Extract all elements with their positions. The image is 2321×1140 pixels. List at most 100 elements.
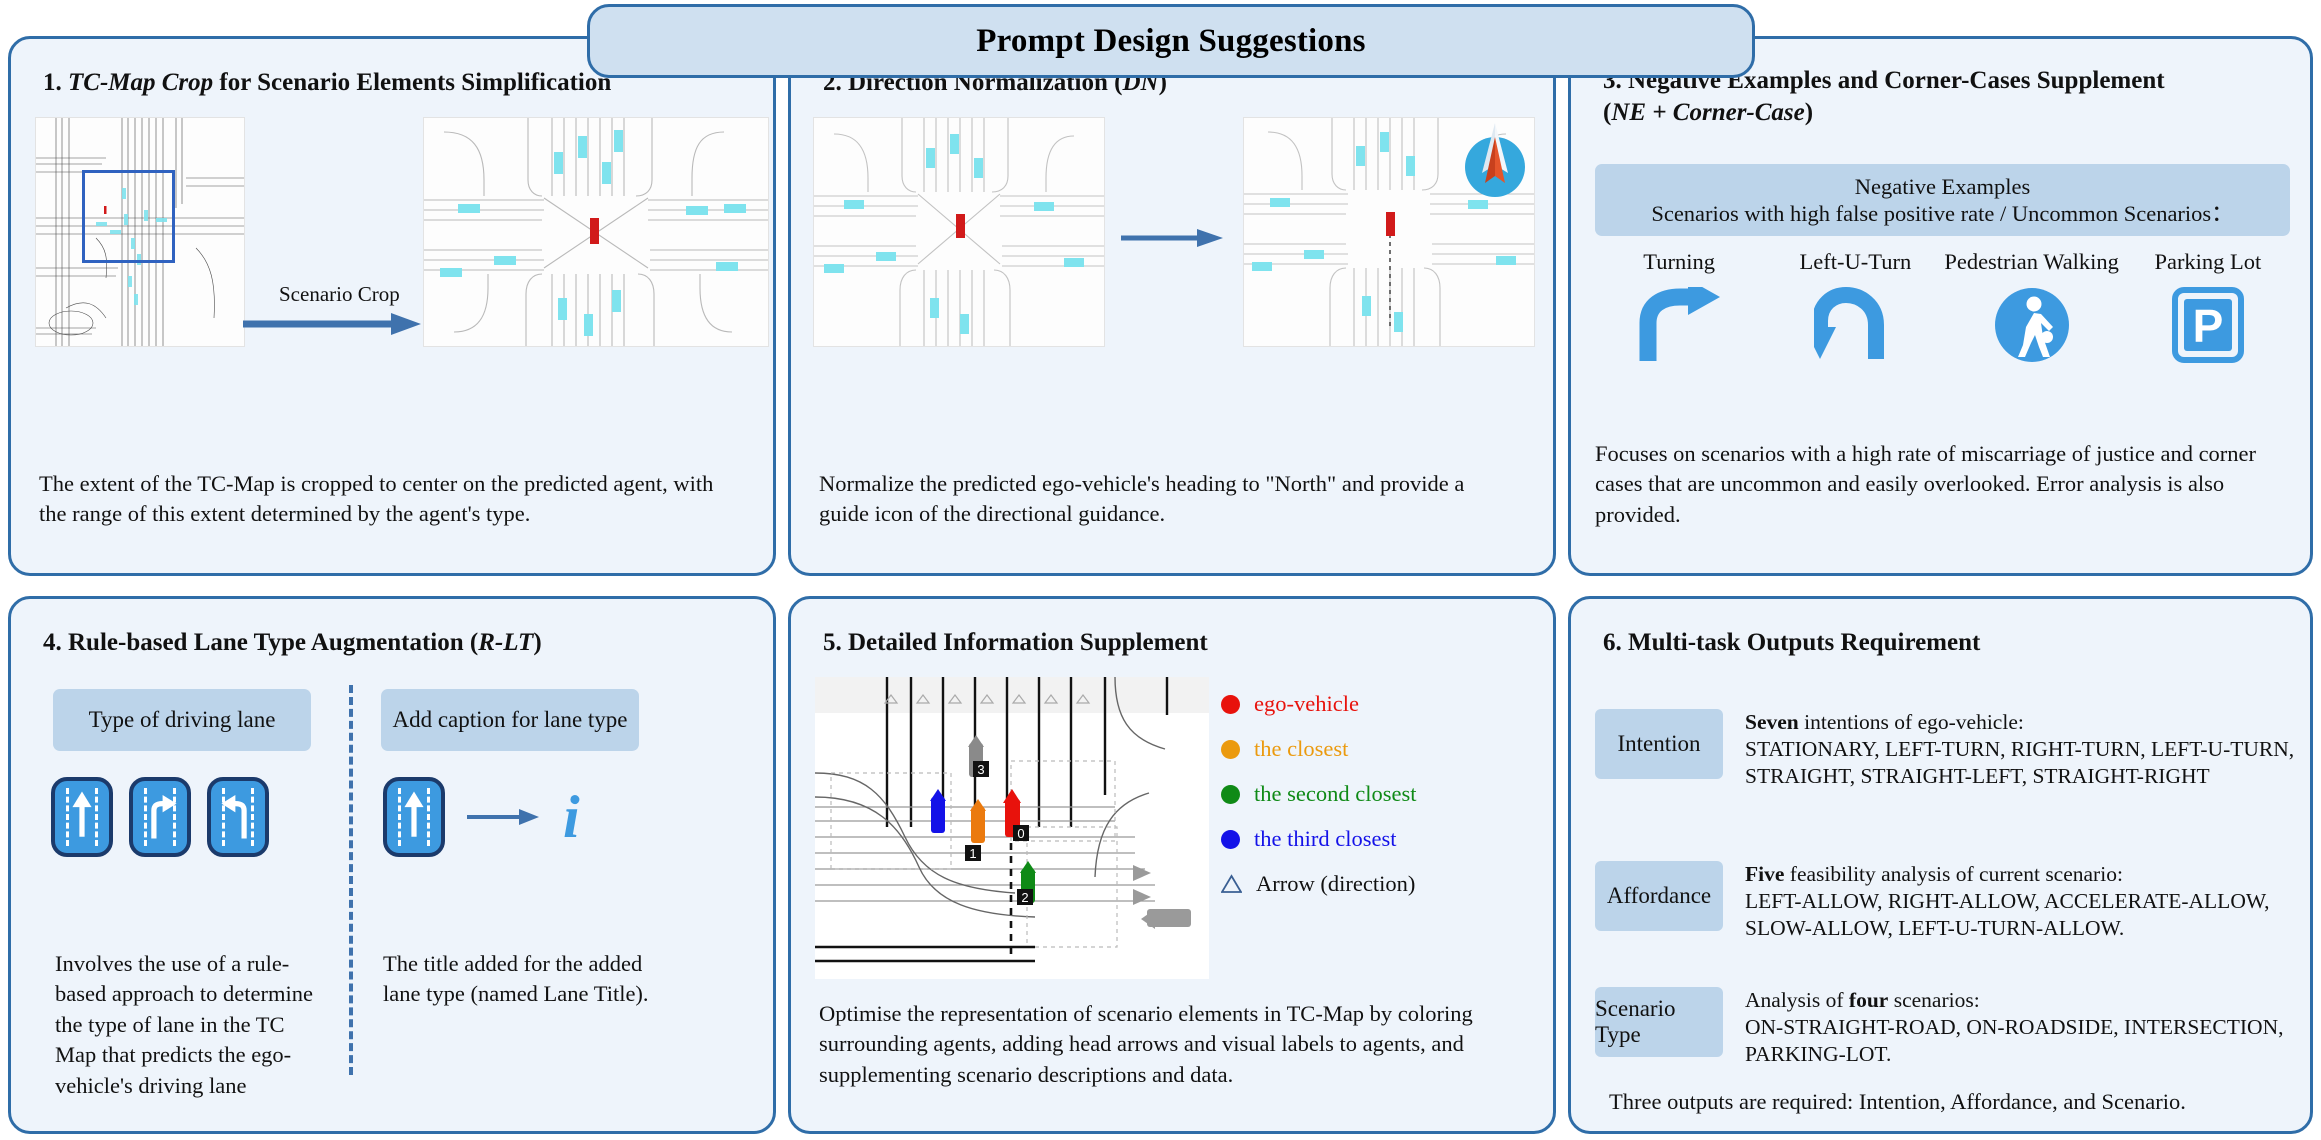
parking-sign-icon: P [2171, 287, 2244, 363]
left-u-turn-arrow-icon [1814, 287, 1896, 363]
task-row-affordance: Affordance Five feasibility analysis of … [1595, 861, 2310, 942]
legend-label-arrow-direction: Arrow (direction) [1256, 871, 1416, 896]
panel-1-number: 1. [43, 69, 62, 96]
neg-example-left-u-turn: Left-U-Turn [1770, 249, 1940, 363]
panel-tc-map-crop: 1. TC-Map Crop for Scenario Elements Sim… [8, 36, 776, 576]
svg-text:1: 1 [969, 846, 976, 861]
legend-label-second-closest: the second closest [1254, 781, 1417, 806]
figure-root: Prompt Design Suggestions 1. TC-Map Crop… [0, 0, 2321, 1140]
tc-map-full-thumbnail [35, 117, 245, 347]
task-text-affordance: Five feasibility analysis of current sce… [1745, 861, 2310, 942]
legend-triangle-icon [1221, 874, 1242, 893]
panel-5-number: 5. [823, 629, 842, 656]
lane-right-turn-icon [129, 777, 191, 857]
legend-item-ego-vehicle: ego-vehicle [1221, 691, 1521, 717]
task-intention-count: Seven [1745, 710, 1799, 734]
neg-example-left-u-turn-label: Left-U-Turn [1799, 249, 1912, 274]
task-row-intention: Intention Seven intentions of ego-vehicl… [1595, 709, 2310, 790]
panel-5-title: 5. Detailed Information Supplement [823, 627, 1529, 659]
legend-dot-green-icon [1221, 784, 1240, 804]
neg-example-pedestrian-walking: Pedestrian Walking [1944, 249, 2119, 363]
panel-1-title-rest: for Scenario Elements Simplification [219, 69, 612, 96]
info-italic-i-icon: i [563, 783, 580, 850]
panel-3-caption: Focuses on scenarios with a high rate of… [1595, 441, 2257, 527]
legend-dot-orange-icon [1221, 739, 1240, 759]
task-affordance-count: Five [1745, 862, 1785, 886]
panel-4-caption-left: Involves the use of a rule-based approac… [55, 951, 314, 1098]
panel-4-divider [349, 685, 353, 1075]
neg-example-turning: Turning [1594, 249, 1764, 363]
panel-4-number: 4. [43, 629, 62, 656]
panel-6-title-rest: Multi-task Outputs Requirement [1628, 629, 1981, 656]
task-tag-affordance: Affordance [1595, 861, 1723, 931]
panel-4-title-italic: R-LT [478, 629, 534, 656]
neg-example-turning-label: Turning [1643, 249, 1715, 274]
map-before-normalization [813, 117, 1105, 347]
panel-multitask-outputs: 6. Multi-task Outputs Requirement Intent… [1568, 596, 2313, 1134]
page-title: Prompt Design Suggestions [976, 22, 1366, 59]
panel-4-title-tail: ) [533, 629, 542, 656]
task-tag-intention: Intention [1595, 709, 1723, 779]
task-row-scenario-type: Scenario Type Analysis of four scenarios… [1595, 987, 2310, 1068]
panel-6-number: 6. [1603, 629, 1622, 656]
lane-straight-icon [51, 777, 113, 857]
map-before-lines-svg [814, 118, 1104, 346]
legend-dot-red-icon [1221, 694, 1240, 714]
panel-3-title-paren-close: ) [1804, 99, 1814, 126]
task-scenario-body: ON-STRAIGHT-ROAD, ON-ROADSIDE, INTERSECT… [1745, 1015, 2284, 1067]
tc-map-cropped-thumbnail [423, 117, 769, 347]
subheading-add-caption-for-lane-type: Add caption for lane type [381, 689, 639, 751]
map-legend: ego-vehicle the closest the second close… [1221, 691, 1521, 897]
panel-5-title-rest: Detailed Information Supplement [848, 629, 1208, 656]
panel-5-caption: Optimise the representation of scenario … [819, 1001, 1473, 1087]
task-text-scenario-type: Analysis of four scenarios: ON-STRAIGHT-… [1745, 987, 2310, 1068]
legend-item-closest: the closest [1221, 736, 1521, 762]
neg-example-parking-lot: Parking Lot P [2123, 249, 2293, 363]
header-banner: Prompt Design Suggestions [587, 4, 1755, 78]
neg-example-pedestrian-label: Pedestrian Walking [1944, 249, 2119, 274]
panel-1-title-italic: TC-Map Crop [68, 69, 214, 96]
task-text-intention: Seven intentions of ego-vehicle: STATION… [1745, 709, 2310, 790]
panel-1-caption: The extent of the TC-Map is cropped to c… [39, 471, 714, 527]
pedestrian-walking-icon [1993, 287, 2071, 363]
turn-right-arrow-icon [1636, 287, 1722, 363]
task-scenario-lead-pre: Analysis of [1745, 988, 1849, 1012]
negative-examples-heading: Negative Examples [1854, 173, 2031, 199]
right-arrow-icon [467, 809, 539, 825]
lane-left-turn-icon [207, 777, 269, 857]
panel-4-title-rest: Rule-based Lane Type Augmentation ( [68, 629, 479, 656]
task-affordance-body: LEFT-ALLOW, RIGHT-ALLOW, ACCELERATE-ALLO… [1745, 889, 2270, 941]
legend-dot-blue-icon [1221, 829, 1240, 849]
panel-direction-normalization: 2. Direction Normalization (DN) Normaliz… [788, 36, 1556, 576]
subheading-type-of-driving-lane: Type of driving lane [53, 689, 311, 751]
negative-examples-subheading: Scenarios with high false positive rate … [1651, 201, 2234, 226]
annotated-map-svg: 3 1 0 2 [815, 677, 1209, 979]
task-scenario-lead: scenarios: [1888, 988, 1980, 1012]
legend-item-second-closest: the second closest [1221, 781, 1521, 807]
annotated-scenario-map: 3 1 0 2 [815, 677, 1209, 979]
scenario-crop-label: Scenario Crop [279, 282, 400, 306]
lane-caption-icon-group: i [383, 777, 580, 857]
compass-guide-icon [1465, 123, 1525, 197]
scenario-crop-arrow-icon [243, 313, 421, 335]
panel-4-caption-right: The title added for the added lane type … [383, 951, 649, 1007]
task-scenario-count: four [1848, 988, 1889, 1012]
negative-example-icons: Turning Left-U-Turn Pedestrian Walking P… [1591, 249, 2296, 399]
lane-type-icon-group [51, 777, 269, 857]
task-intention-lead: intentions of ego-vehicle: [1798, 710, 2024, 734]
panel-rule-based-lane-type: 4. Rule-based Lane Type Augmentation (R-… [8, 596, 776, 1134]
crop-region-rect [82, 170, 175, 263]
legend-item-arrow-direction: Arrow (direction) [1221, 871, 1521, 897]
svg-text:0: 0 [1017, 826, 1024, 841]
neg-example-parking-label: Parking Lot [2154, 249, 2262, 274]
panel-3-title-italic: NE + Corner-Case [1611, 99, 1805, 126]
lane-straight-icon [383, 777, 445, 857]
legend-label-closest: the closest [1254, 736, 1349, 761]
task-affordance-lead: feasibility analysis of current scenario… [1784, 862, 2123, 886]
map-cropped-lines-svg [424, 118, 768, 346]
svg-text:3: 3 [977, 762, 984, 777]
panel-4-title: 4. Rule-based Lane Type Augmentation (R-… [43, 627, 749, 659]
svg-text:2: 2 [1021, 890, 1028, 905]
panel-6-title: 6. Multi-task Outputs Requirement [1603, 627, 2286, 659]
legend-label-ego-vehicle: ego-vehicle [1254, 691, 1359, 716]
